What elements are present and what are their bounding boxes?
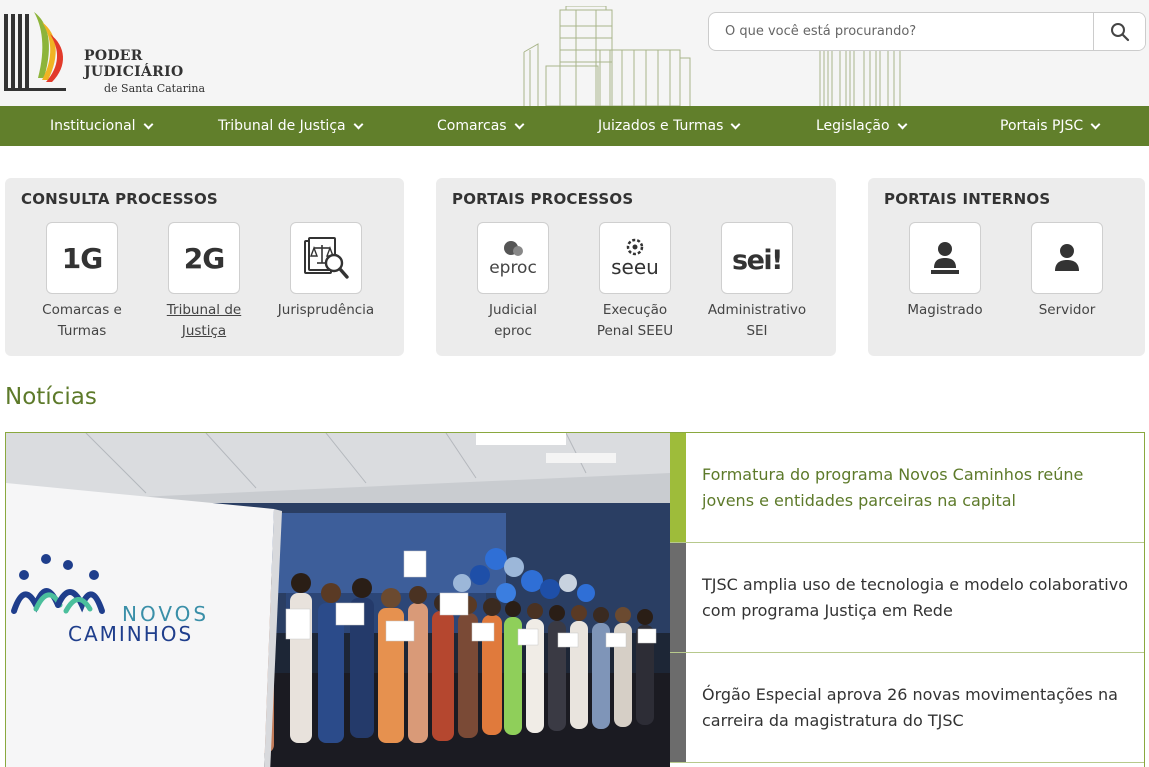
- chevron-down-icon: [353, 119, 364, 129]
- news-item[interactable]: TJSC amplia uso de tecnologia e modelo c…: [670, 543, 1144, 653]
- news-item-title: Formatura do programa Novos Caminhos reú…: [702, 464, 1084, 510]
- jurisprudence-icon: [304, 237, 349, 279]
- magistrate-icon: [931, 242, 959, 274]
- tile-label: Jurisprudência: [277, 302, 375, 318]
- tile-magistrado[interactable]: Magistrado: [880, 222, 1010, 321]
- chevron-down-icon: [730, 119, 741, 129]
- nav-item-comarcas[interactable]: Comarcas: [437, 106, 525, 146]
- nav-item-label: Institucional: [50, 118, 136, 134]
- user-icon: [1055, 244, 1079, 271]
- graduation-photo-image: NOVOS CAMINHOS: [6, 433, 670, 767]
- news-item-indicator: [670, 543, 686, 652]
- tile-label: Magistrado: [907, 302, 983, 318]
- svg-text:seeu: seeu: [611, 255, 659, 279]
- panel-title: PORTAIS INTERNOS: [884, 190, 1051, 208]
- search-bar: [708, 12, 1146, 51]
- nav-item-tribunal-de-justica[interactable]: Tribunal de Justiça: [218, 106, 364, 146]
- search-icon: [1110, 22, 1129, 41]
- banner-text-line2: CAMINHOS: [68, 622, 193, 646]
- news-section-title: Notícias: [5, 384, 97, 410]
- tile-administrativo-sei[interactable]: sei! Administrativo SEI: [692, 222, 822, 342]
- tile-jurisprudencia[interactable]: Jurisprudência: [261, 222, 391, 321]
- logo-subtitle: de Santa Catarina: [104, 82, 206, 95]
- tile-tribunal-de-justica[interactable]: 2G Tribunal de Justiça: [139, 222, 269, 342]
- nav-item-institucional[interactable]: Institucional: [50, 106, 153, 146]
- first-instance-icon: 1G: [46, 222, 118, 294]
- svg-text:eproc: eproc: [489, 258, 537, 278]
- svg-text:sei!: sei!: [732, 245, 782, 276]
- main-nav: Institucional Tribunal de Justiça Comarc…: [0, 106, 1149, 146]
- nav-item-label: Portais PJSC: [1000, 118, 1084, 134]
- news-list: Formatura do programa Novos Caminhos reú…: [670, 433, 1144, 767]
- news-featured-photo[interactable]: NOVOS CAMINHOS: [6, 433, 670, 767]
- panel-title: CONSULTA PROCESSOS: [21, 190, 218, 208]
- news-item-indicator: [670, 653, 686, 762]
- chevron-down-icon: [897, 119, 908, 129]
- tile-label: Judicial eproc: [488, 302, 538, 339]
- panel-portais-internos: PORTAIS INTERNOS Magistrado Servidor: [868, 178, 1145, 356]
- pjsc-logo[interactable]: PODER JUDICIÁRIO de Santa Catarina: [4, 8, 224, 95]
- eproc-logo-icon: eproc: [489, 241, 537, 278]
- tile-label: Comarcas e Turmas: [42, 302, 122, 339]
- news-item[interactable]: Formatura do programa Novos Caminhos reú…: [670, 433, 1144, 543]
- second-instance-icon: 2G: [168, 222, 240, 294]
- logo-title: PODER JUDICIÁRIO: [84, 48, 184, 80]
- search-button[interactable]: [1093, 13, 1145, 50]
- nav-item-label: Legislação: [816, 118, 890, 134]
- tile-label: Administrativo SEI: [707, 302, 807, 339]
- pjsc-emblem-icon: [4, 12, 66, 91]
- tile-label: Execução Penal SEEU: [596, 302, 674, 339]
- nav-item-label: Juizados e Turmas: [598, 118, 724, 134]
- tile-label: Tribunal de Justiça: [166, 302, 242, 339]
- tile-label: Servidor: [1038, 302, 1096, 318]
- tile-comarcas-e-turmas[interactable]: 1G Comarcas e Turmas: [17, 222, 147, 342]
- site-header: PODER JUDICIÁRIO de Santa Catarina: [0, 0, 1149, 106]
- chevron-down-icon: [514, 119, 525, 129]
- search-input[interactable]: [709, 13, 1093, 50]
- panel-title: PORTAIS PROCESSOS: [452, 190, 634, 208]
- tile-execucao-penal-seeu[interactable]: seeu Execução Penal SEEU: [570, 222, 700, 342]
- news-item-title: Órgão Especial aprova 26 novas movimenta…: [702, 684, 1118, 730]
- news-item[interactable]: Órgão Especial aprova 26 novas movimenta…: [670, 653, 1144, 763]
- nav-item-portais-pjsc[interactable]: Portais PJSC: [1000, 106, 1101, 146]
- tile-servidor[interactable]: Servidor: [1002, 222, 1132, 321]
- nav-item-label: Comarcas: [437, 118, 507, 134]
- nav-item-juizados-e-turmas[interactable]: Juizados e Turmas: [598, 106, 741, 146]
- tile-judicial-eproc[interactable]: eproc Judicial eproc: [448, 222, 578, 342]
- chevron-down-icon: [143, 119, 153, 129]
- chevron-down-icon: [1090, 119, 1101, 129]
- news-item-title: TJSC amplia uso de tecnologia e modelo c…: [702, 574, 1129, 620]
- nav-item-legislacao[interactable]: Legislação: [816, 106, 908, 146]
- sei-logo-icon: sei!: [732, 245, 783, 276]
- seeu-logo-icon: seeu: [611, 238, 659, 279]
- panel-consulta-processos: CONSULTA PROCESSOS 1G Comarcas e Turmas …: [5, 178, 404, 356]
- news-section: NOVOS CAMINHOS Formatura do programa Nov…: [5, 432, 1145, 767]
- panel-portais-processos: PORTAIS PROCESSOS eproc Judicial eproc s…: [436, 178, 836, 356]
- news-item-indicator: [670, 433, 686, 542]
- nav-item-label: Tribunal de Justiça: [218, 118, 346, 134]
